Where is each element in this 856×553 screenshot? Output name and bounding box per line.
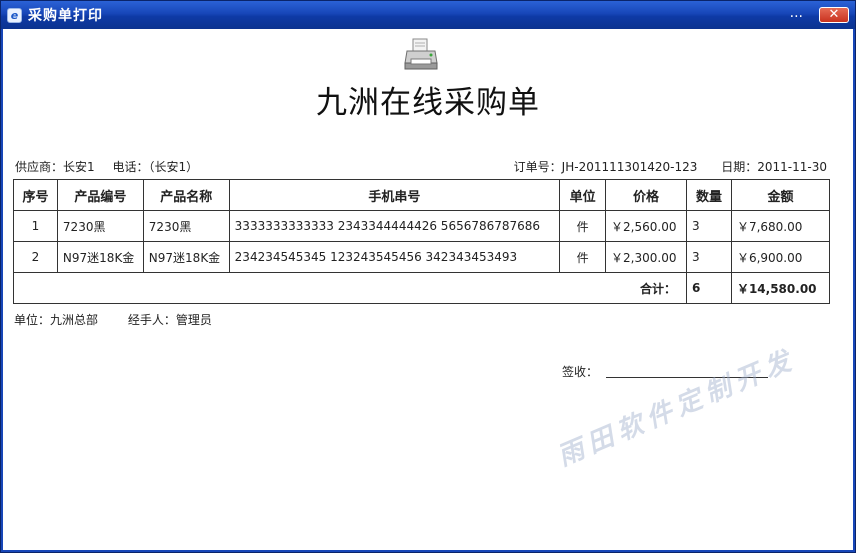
cell-name: 7230黑 bbox=[142, 210, 230, 242]
cell-qty: 3 bbox=[686, 241, 732, 273]
header-price: 价格 bbox=[605, 179, 688, 211]
more-button[interactable]: ... bbox=[790, 5, 803, 21]
supplier-info: 供应商：长安1 电话：（长安1） bbox=[15, 158, 212, 175]
header-qty: 数量 bbox=[686, 179, 732, 211]
cell-serials: 234234545345 123243545456 342343453493 bbox=[228, 241, 561, 273]
cell-price: ￥2,560.00 bbox=[605, 210, 688, 242]
header-code: 产品编号 bbox=[56, 179, 144, 211]
cell-unit: 件 bbox=[559, 210, 607, 242]
cell-index: 1 bbox=[13, 210, 58, 242]
order-table: 序号 产品编号 产品名称 手机串号 单位 价格 数量 金额 1 7230黑 72… bbox=[12, 179, 831, 304]
cell-serials: 3333333333333 2343344444426 565678678768… bbox=[228, 210, 561, 242]
header-name: 产品名称 bbox=[142, 179, 230, 211]
cell-amount: ￥7,680.00 bbox=[730, 210, 831, 242]
cell-qty: 3 bbox=[686, 210, 732, 242]
total-qty: 6 bbox=[686, 272, 732, 304]
table-row: 1 7230黑 7230黑 3333333333333 234334444442… bbox=[13, 210, 831, 242]
order-number: 订单号：JH-201111301420-123 bbox=[513, 160, 698, 174]
phone-label: 电话：（长安1） bbox=[112, 160, 199, 174]
cell-amount: ￥6,900.00 bbox=[730, 241, 831, 273]
order-info: 订单号：JH-201111301420-123 日期：2011-11-30 bbox=[494, 158, 827, 175]
cell-code: N97迷18K金 bbox=[56, 241, 144, 273]
header-unit: 单位 bbox=[559, 179, 607, 211]
table-header-row: 序号 产品编号 产品名称 手机串号 单位 价格 数量 金额 bbox=[13, 179, 831, 211]
print-window: e 采购单打印 ... ✕ 九洲在线采购单 供应商：长安1 电话：（长安1） 订… bbox=[0, 0, 856, 553]
cell-name: N97迷18K金 bbox=[142, 241, 230, 273]
header-serials: 手机串号 bbox=[228, 179, 561, 211]
unit-label: 单位：九洲总部 bbox=[14, 313, 99, 327]
cell-price: ￥2,300.00 bbox=[605, 241, 688, 273]
printer-icon[interactable] bbox=[403, 37, 439, 73]
footer-info: 单位：九洲总部 经手人：管理员 bbox=[14, 311, 238, 328]
supplier-label: 供应商：长安1 bbox=[15, 160, 95, 174]
print-content: 九洲在线采购单 供应商：长安1 电话：（长安1） 订单号：JH-20111130… bbox=[1, 29, 855, 552]
handler-label: 经手人：管理员 bbox=[127, 313, 212, 327]
watermark: 雨田软件定制开发 bbox=[553, 344, 801, 473]
title-bar[interactable]: e 采购单打印 ... ✕ bbox=[1, 1, 855, 29]
total-row: 合计： 6 ￥14,580.00 bbox=[12, 272, 831, 304]
header-index: 序号 bbox=[13, 179, 58, 211]
header-amount: 金额 bbox=[730, 179, 831, 211]
order-date: 日期：2011-11-30 bbox=[721, 160, 827, 174]
cell-code: 7230黑 bbox=[56, 210, 144, 242]
app-icon: e bbox=[7, 7, 22, 23]
cell-index: 2 bbox=[13, 241, 58, 273]
close-button[interactable]: ✕ bbox=[819, 7, 849, 23]
total-label: 合计： bbox=[12, 272, 688, 304]
window-title: 采购单打印 bbox=[28, 8, 103, 24]
total-amount: ￥14,580.00 bbox=[730, 272, 831, 304]
document-title: 九洲在线采购单 bbox=[316, 85, 540, 121]
sign-label: 签收： bbox=[562, 365, 599, 379]
cell-unit: 件 bbox=[559, 241, 607, 273]
table-row: 2 N97迷18K金 N97迷18K金 234234545345 1232435… bbox=[13, 241, 831, 273]
